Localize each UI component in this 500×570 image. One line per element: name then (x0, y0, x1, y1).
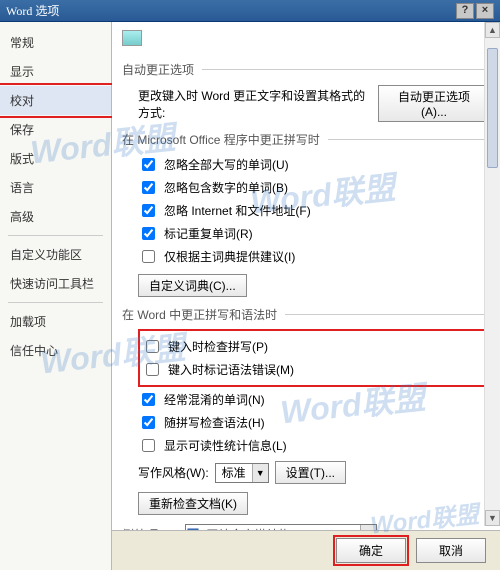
opt-main-dict-only[interactable] (142, 250, 155, 263)
autocorrect-options-button[interactable]: 自动更正选项(A)... (378, 85, 490, 122)
chevron-down-icon: ▼ (252, 464, 268, 482)
combo-value: 标准 (216, 464, 252, 481)
opt-ignore-uppercase[interactable] (142, 158, 155, 171)
nav-separator (8, 235, 103, 236)
opt-readability-stats[interactable] (142, 439, 155, 452)
nav-item-proofing[interactable]: 校对 (0, 86, 111, 115)
vertical-scrollbar[interactable]: ▲ ▼ (484, 22, 500, 526)
section-office-spell-head: 在 Microsoft Office 程序中更正拼写时 (122, 131, 490, 148)
opt-label: 标记重复单词(R) (164, 225, 253, 242)
nav-sidebar: 常规 显示 校对 保存 版式 语言 高级 自定义功能区 快速访问工具栏 加载项 … (0, 22, 112, 570)
writing-style-label: 写作风格(W): (138, 464, 209, 481)
opt-grammar-with-spelling[interactable] (142, 416, 155, 429)
opt-label: 键入时检查拼写(P) (168, 338, 268, 355)
nav-item-customize-ribbon[interactable]: 自定义功能区 (0, 240, 111, 269)
titlebar: Word 选项 ? × (0, 0, 500, 22)
opt-ignore-numbers[interactable] (142, 181, 155, 194)
close-button[interactable]: × (476, 3, 494, 19)
opt-mark-grammar-typing[interactable] (146, 363, 159, 376)
section-icon (122, 30, 142, 46)
section-title: 在 Microsoft Office 程序中更正拼写时 (122, 131, 320, 148)
opt-label: 忽略 Internet 和文件地址(F) (164, 202, 311, 219)
cancel-button[interactable]: 取消 (416, 538, 486, 563)
nav-item-qat[interactable]: 快速访问工具栏 (0, 269, 111, 298)
section-autocorrect-head: 自动更正选项 (122, 61, 490, 78)
recheck-doc-button[interactable]: 重新检查文档(K) (138, 492, 248, 515)
main-panel: 自动更正选项 更改键入时 Word 更正文字和设置其格式的方式: 自动更正选项(… (112, 22, 500, 570)
nav-item-addins[interactable]: 加载项 (0, 307, 111, 336)
scroll-thumb[interactable] (487, 48, 498, 168)
opt-label: 随拼写检查语法(H) (164, 414, 265, 431)
dialog-footer: 确定 取消 (112, 530, 500, 570)
section-word-spell-head: 在 Word 中更正拼写和语法时 (122, 306, 490, 323)
opt-ignore-internet[interactable] (142, 204, 155, 217)
nav-item-language[interactable]: 语言 (0, 173, 111, 202)
opt-confused-words[interactable] (142, 393, 155, 406)
ok-button[interactable]: 确定 (336, 538, 406, 563)
nav-item-general[interactable]: 常规 (0, 28, 111, 57)
opt-label: 经常混淆的单词(N) (164, 391, 265, 408)
scroll-down-arrow[interactable]: ▼ (485, 510, 500, 526)
nav-item-trust[interactable]: 信任中心 (0, 336, 111, 365)
custom-dict-button[interactable]: 自定义词典(C)... (138, 274, 247, 297)
writing-style-combo[interactable]: 标准 ▼ (215, 463, 269, 483)
opt-label: 忽略全部大写的单词(U) (164, 156, 289, 173)
opt-check-spelling-typing[interactable] (146, 340, 159, 353)
section-title: 自动更正选项 (122, 61, 194, 78)
scroll-track[interactable] (485, 38, 500, 510)
scroll-up-arrow[interactable]: ▲ (485, 22, 500, 38)
opt-label: 键入时标记语法错误(M) (168, 361, 294, 378)
nav-item-layout[interactable]: 版式 (0, 144, 111, 173)
opt-label: 显示可读性统计信息(L) (164, 437, 287, 454)
nav-item-advanced[interactable]: 高级 (0, 202, 111, 231)
window-title: Word 选项 (6, 2, 456, 19)
section-title: 在 Word 中更正拼写和语法时 (122, 306, 277, 323)
nav-separator (8, 302, 103, 303)
opt-label: 忽略包含数字的单词(B) (164, 179, 288, 196)
highlighted-spell-options: 键入时检查拼写(P) 键入时标记语法错误(M) (138, 329, 490, 387)
opt-mark-repeat[interactable] (142, 227, 155, 240)
opt-label: 仅根据主词典提供建议(I) (164, 248, 295, 265)
autocorrect-line: 更改键入时 Word 更正文字和设置其格式的方式: (138, 87, 372, 121)
window-buttons: ? × (456, 3, 494, 19)
help-button[interactable]: ? (456, 3, 474, 19)
settings-button[interactable]: 设置(T)... (275, 461, 346, 484)
nav-item-save[interactable]: 保存 (0, 115, 111, 144)
nav-item-display[interactable]: 显示 (0, 57, 111, 86)
